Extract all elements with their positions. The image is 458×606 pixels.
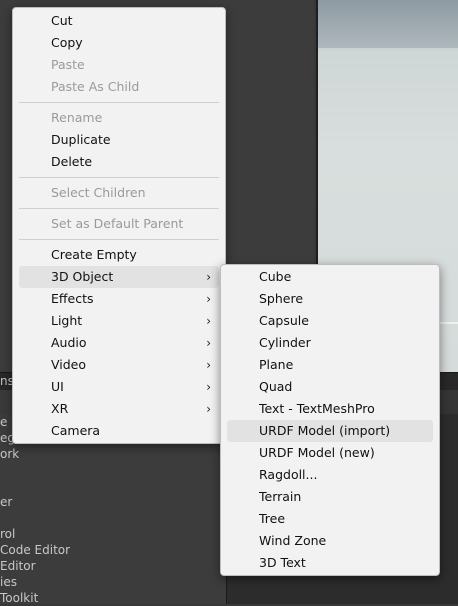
menu-item-ui[interactable]: UI › xyxy=(19,376,219,398)
menu-item-light[interactable]: Light › xyxy=(19,310,219,332)
menu-item-label: URDF Model (import) xyxy=(259,423,391,438)
menu-item-label: XR xyxy=(51,401,69,416)
menu-item-label: Paste xyxy=(51,57,85,72)
menu-item-camera[interactable]: Camera xyxy=(19,420,219,442)
hierarchy-row[interactable]: Code Editor xyxy=(0,542,70,558)
menu-item-label: Quad xyxy=(259,379,293,394)
menu-item-label: Terrain xyxy=(259,489,302,504)
menu-separator xyxy=(19,102,219,103)
menu-item-label: Ragdoll... xyxy=(259,467,318,482)
menu-item-rename[interactable]: Rename xyxy=(19,107,219,129)
menu-separator xyxy=(19,239,219,240)
menu-item-label: Sphere xyxy=(259,291,304,306)
submenu-item-urdf-new[interactable]: URDF Model (new) xyxy=(227,442,433,464)
menu-item-label: Effects xyxy=(51,291,94,306)
menu-item-3d-object[interactable]: 3D Object › xyxy=(19,266,219,288)
submenu-item-ragdoll[interactable]: Ragdoll... xyxy=(227,464,433,486)
menu-item-label: Delete xyxy=(51,154,93,169)
submenu-item-3d-text[interactable]: 3D Text xyxy=(227,552,433,574)
menu-item-label: Light xyxy=(51,313,83,328)
menu-item-label: Rename xyxy=(51,110,103,125)
menu-item-select-children[interactable]: Select Children xyxy=(19,182,219,204)
menu-item-effects[interactable]: Effects › xyxy=(19,288,219,310)
menu-item-label: Paste As Child xyxy=(51,79,140,94)
submenu-item-wind-zone[interactable]: Wind Zone xyxy=(227,530,433,552)
menu-item-cut[interactable]: Cut xyxy=(19,10,219,32)
chevron-right-icon: › xyxy=(206,270,211,284)
menu-item-xr[interactable]: XR › xyxy=(19,398,219,420)
hierarchy-row[interactable]: ies xyxy=(0,574,17,590)
menu-item-set-default-parent[interactable]: Set as Default Parent xyxy=(19,213,219,235)
submenu-3d-object: Cube Sphere Capsule Cylinder Plane Quad … xyxy=(220,264,440,576)
menu-item-label: Cylinder xyxy=(259,335,311,350)
submenu-item-cylinder[interactable]: Cylinder xyxy=(227,332,433,354)
menu-item-create-empty[interactable]: Create Empty xyxy=(19,244,219,266)
submenu-item-terrain[interactable]: Terrain xyxy=(227,486,433,508)
menu-separator xyxy=(19,208,219,209)
menu-item-label: Cube xyxy=(259,269,292,284)
menu-item-paste[interactable]: Paste xyxy=(19,54,219,76)
submenu-item-text-textmeshpro[interactable]: Text - TextMeshPro xyxy=(227,398,433,420)
menu-item-label: Cut xyxy=(51,13,73,28)
hierarchy-row[interactable]: er xyxy=(0,494,12,510)
chevron-right-icon: › xyxy=(206,314,211,328)
chevron-right-icon: › xyxy=(206,380,211,394)
context-menu: Cut Copy Paste Paste As Child Rename Dup… xyxy=(12,7,226,444)
menu-item-label: Video xyxy=(51,357,87,372)
hierarchy-row[interactable]: e xyxy=(0,414,7,430)
menu-item-label: Copy xyxy=(51,35,83,50)
menu-item-label: Duplicate xyxy=(51,132,111,147)
menu-item-label: Plane xyxy=(259,357,294,372)
menu-item-label: 3D Object xyxy=(51,269,114,284)
submenu-item-tree[interactable]: Tree xyxy=(227,508,433,530)
menu-item-label: Camera xyxy=(51,423,101,438)
hierarchy-row[interactable]: ork xyxy=(0,446,19,462)
menu-item-label: Tree xyxy=(259,511,286,526)
menu-item-label: Audio xyxy=(51,335,87,350)
chevron-right-icon: › xyxy=(206,336,211,350)
menu-item-label: Text - TextMeshPro xyxy=(259,401,375,416)
submenu-item-urdf-import[interactable]: URDF Model (import) xyxy=(227,420,433,442)
menu-item-label: 3D Text xyxy=(259,555,306,570)
chevron-right-icon: › xyxy=(206,358,211,372)
submenu-item-quad[interactable]: Quad xyxy=(227,376,433,398)
hierarchy-row[interactable]: rol xyxy=(0,526,15,542)
menu-item-audio[interactable]: Audio › xyxy=(19,332,219,354)
menu-item-delete[interactable]: Delete xyxy=(19,151,219,173)
menu-item-label: Wind Zone xyxy=(259,533,327,548)
submenu-item-sphere[interactable]: Sphere xyxy=(227,288,433,310)
submenu-item-capsule[interactable]: Capsule xyxy=(227,310,433,332)
menu-separator xyxy=(19,177,219,178)
menu-item-label: UI xyxy=(51,379,64,394)
scene-sky xyxy=(318,0,458,48)
menu-item-label: URDF Model (new) xyxy=(259,445,375,460)
menu-item-duplicate[interactable]: Duplicate xyxy=(19,129,219,151)
menu-item-paste-as-child[interactable]: Paste As Child xyxy=(19,76,219,98)
chevron-right-icon: › xyxy=(206,402,211,416)
chevron-right-icon: › xyxy=(206,292,211,306)
menu-item-label: Create Empty xyxy=(51,247,137,262)
hierarchy-row[interactable]: Editor xyxy=(0,558,36,574)
menu-item-label: Capsule xyxy=(259,313,309,328)
submenu-item-cube[interactable]: Cube xyxy=(227,266,433,288)
menu-item-copy[interactable]: Copy xyxy=(19,32,219,54)
menu-item-label: Set as Default Parent xyxy=(51,216,184,231)
submenu-item-plane[interactable]: Plane xyxy=(227,354,433,376)
menu-item-label: Select Children xyxy=(51,185,146,200)
menu-item-video[interactable]: Video › xyxy=(19,354,219,376)
